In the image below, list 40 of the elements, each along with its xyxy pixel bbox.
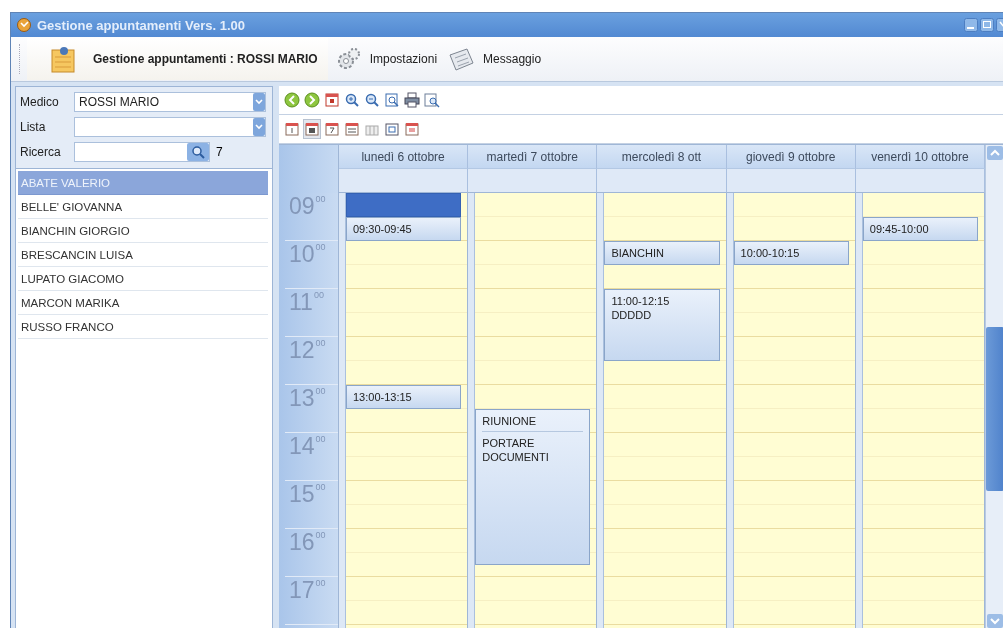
appointment[interactable]: 09:30-09:45 [346,217,462,241]
patient-list-item[interactable]: BELLE' GIOVANNA [18,195,268,219]
appointment[interactable]: RIUNIONE PORTARE DOCUMENTI [475,409,591,565]
appointment-text: 11:00-12:15 [611,294,671,308]
appointment[interactable]: BIANCHIN [604,241,720,265]
patient-list-item[interactable]: RUSSO FRANCO [18,315,268,339]
appointment-text: BIANCHIN [611,246,665,260]
patient-list-item[interactable]: LUPATO GIACOMO [18,267,268,291]
appointment-text: 09:45-10:00 [869,222,930,236]
dropdown-field[interactable]: ROSSI MARIO [74,91,266,112]
appointment-text: 10:00-10:15 [740,246,801,260]
day-header: giovedì 9 ottobre [726,145,856,169]
appointment-text: 13:00-13:15 [353,390,413,404]
appointment[interactable]: 11:00-12:15 DDDDD [604,289,720,361]
patient-list-item[interactable]: BRESCANCIN LUISA [18,243,268,267]
appointment-text: DDDDD [611,308,653,322]
day-header: venerdì 10 ottobre [855,145,985,169]
patient-list-item[interactable]: MARCON MARIKA [18,291,268,315]
day-column[interactable]: BIANCHIN 11:00-12:15 DDDDD [597,193,727,628]
field-label: Lista [20,119,47,134]
message-button[interactable]: Messaggio [443,38,548,80]
day-header: martedì 7 ottobre [468,145,598,169]
result-count: 7 [216,144,223,159]
day-header: lunedì 6 ottobre [339,145,469,169]
appointment-title: RIUNIONE [482,414,584,432]
day-column[interactable]: 10:00-10:15 [726,193,856,628]
settings-button[interactable]: Impostazioni [329,38,444,80]
appointment[interactable]: 13:00-13:15 [346,385,462,409]
appointment-note: PORTARE DOCUMENTI [482,436,550,464]
appointment[interactable]: 10:00-10:15 [733,241,849,265]
field-label: Ricerca [20,144,62,159]
window-title: Gestione appuntamenti Vers. 1.00 [37,17,247,33]
patient-list-item[interactable]: BIANCHIN GIORGIO [18,219,268,243]
day-column[interactable]: RIUNIONE PORTARE DOCUMENTI [468,193,598,628]
day-header: mercoledì 8 ott [597,145,727,169]
day-column[interactable]: 09:45-10:00 [855,193,985,628]
day-column[interactable]: 09:30-09:45 13:00-13:15 [339,193,469,628]
field-label: Medico [20,94,60,109]
appointment-text: 09:30-09:45 [353,222,413,236]
appointment[interactable]: 09:45-10:00 [862,217,978,241]
